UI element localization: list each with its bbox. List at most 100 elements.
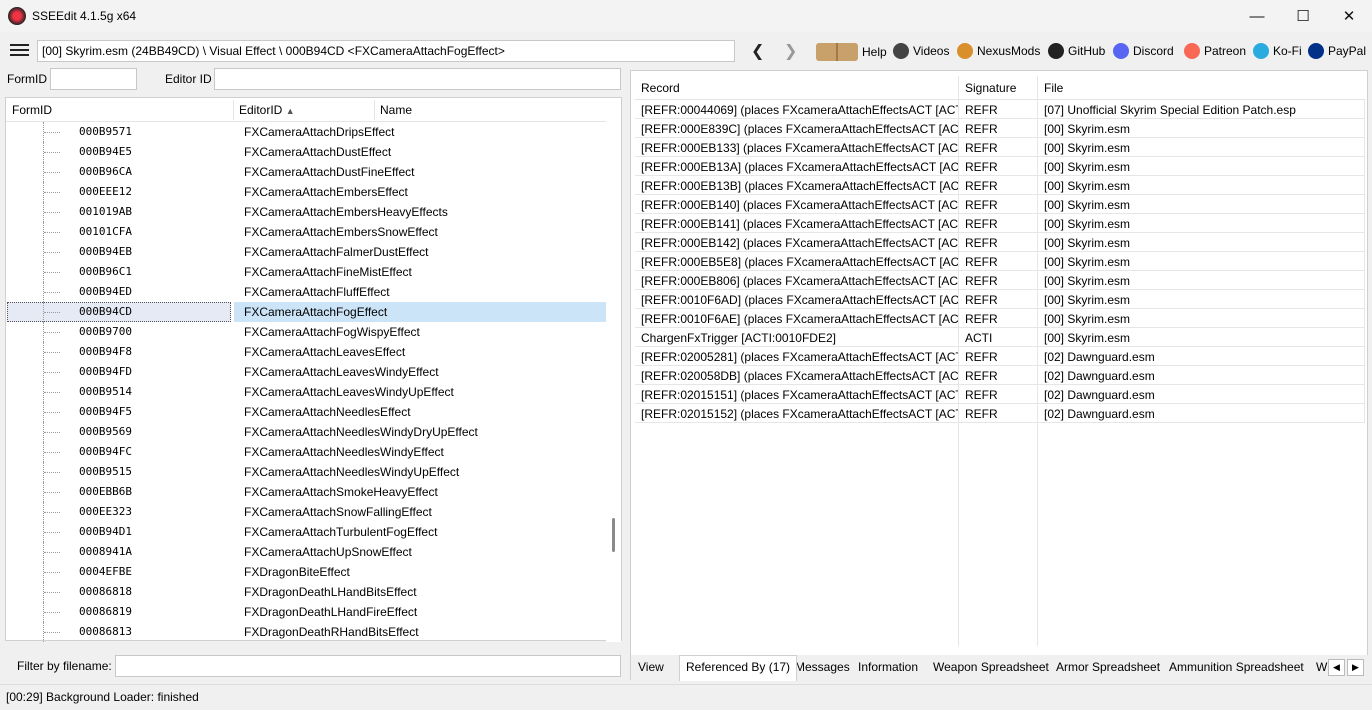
reference-row[interactable]: [REFR:02015151] (places FXcameraAttachEf… bbox=[635, 385, 1365, 404]
tree-row[interactable]: 000B94FC FXCameraAttachNeedlesWindyEffect bbox=[6, 442, 606, 462]
tree-cell-editorid: FXCameraAttachNeedlesWindyDryUpEffect bbox=[244, 425, 478, 439]
column-header-name[interactable]: Name bbox=[380, 103, 412, 117]
reference-cell-record: [REFR:000EB806] (places FXcameraAttachEf… bbox=[635, 271, 959, 290]
tree-cell-editorid: FXCameraAttachEmbersSnowEffect bbox=[244, 225, 438, 239]
reference-row[interactable]: [REFR:000EB141] (places FXcameraAttachEf… bbox=[635, 214, 1365, 233]
tree-row[interactable]: 0008941A FXCameraAttachUpSnowEffect bbox=[6, 542, 606, 562]
reference-row[interactable]: [REFR:0010F6AE] (places FXcameraAttachEf… bbox=[635, 309, 1365, 328]
tree-row[interactable]: 000B94F5 FXCameraAttachNeedlesEffect bbox=[6, 402, 606, 422]
tree-row[interactable]: 000EE323 FXCameraAttachSnowFallingEffect bbox=[6, 502, 606, 522]
reference-row[interactable]: [REFR:02015152] (places FXcameraAttachEf… bbox=[635, 404, 1365, 423]
filename-filter-input[interactable] bbox=[115, 655, 621, 677]
tab-view[interactable]: View bbox=[638, 660, 664, 674]
tab-scroll-right-button[interactable]: ▶ bbox=[1347, 659, 1364, 676]
close-button[interactable]: ✕ bbox=[1326, 0, 1372, 32]
sort-ascending-icon: ▲ bbox=[285, 106, 295, 116]
reference-row[interactable]: [REFR:000EB142] (places FXcameraAttachEf… bbox=[635, 233, 1365, 252]
tree-scrollbar-thumb[interactable] bbox=[612, 518, 615, 552]
tree-row[interactable]: 000EBB6B FXCameraAttachSmokeHeavyEffect bbox=[6, 482, 606, 502]
reference-row[interactable]: ChargenFxTrigger [ACTI:0010FDE2] ACTI [00]… bbox=[635, 328, 1365, 347]
patreon-icon bbox=[1184, 43, 1200, 59]
tree-row[interactable]: 00086819 FXDragonDeathLHandFireEffect bbox=[6, 602, 606, 622]
tree-row[interactable]: 000B9571 FXCameraAttachDripsEffect bbox=[6, 122, 606, 142]
tab-armor-spreadsheet[interactable]: Armor Spreadsheet bbox=[1056, 660, 1160, 674]
tree-cell-editorid: FXCameraAttachSnowFallingEffect bbox=[244, 505, 432, 519]
tree-cell-formid: 000EE323 bbox=[79, 505, 132, 518]
tree-cell-formid: 00086819 bbox=[79, 605, 132, 618]
column-header-editorid[interactable]: EditorID ▲ bbox=[239, 103, 295, 117]
tree-row[interactable]: 000B94EB FXCameraAttachFalmerDustEffect bbox=[6, 242, 606, 262]
reference-row[interactable]: [REFR:000EB13A] (places FXcameraAttachEf… bbox=[635, 157, 1365, 176]
tree-row[interactable]: 001019AB FXCameraAttachEmbersHeavyEffects bbox=[6, 202, 606, 222]
toolbar-link-ko-fi[interactable]: Ko-Fi bbox=[1253, 43, 1302, 59]
tree-row[interactable]: 00086813 FXDragonDeathRHandBitsEffect bbox=[6, 622, 606, 642]
tab-w[interactable]: W bbox=[1316, 660, 1327, 674]
toolbar-link-discord[interactable]: Discord bbox=[1113, 43, 1174, 59]
column-header-formid[interactable]: FormID bbox=[12, 103, 52, 117]
toolbar-link-github[interactable]: GitHub bbox=[1048, 43, 1105, 59]
tree-row[interactable]: 000B96C1 FXCameraAttachFineMistEffect bbox=[6, 262, 606, 282]
reference-row[interactable]: [REFR:00044069] (places FXcameraAttachEf… bbox=[635, 100, 1365, 119]
tree-row[interactable]: 000B94E5 FXCameraAttachDustEffect bbox=[6, 142, 606, 162]
tree-cell-formid: 000B94ED bbox=[79, 285, 132, 298]
tree-cell-editorid: FXCameraAttachDripsEffect bbox=[244, 125, 395, 139]
reference-row[interactable]: [REFR:000EB140] (places FXcameraAttachEf… bbox=[635, 195, 1365, 214]
tree-row[interactable]: 0004EFBE FXDragonBiteEffect bbox=[6, 562, 606, 582]
tab-ammunition-spreadsheet[interactable]: Ammunition Spreadsheet bbox=[1169, 660, 1304, 674]
tree-row[interactable]: 000B9514 FXCameraAttachLeavesWindyUpEffec… bbox=[6, 382, 606, 402]
tree-cell-editorid: FXCameraAttachEmbersHeavyEffects bbox=[244, 205, 448, 219]
editorid-filter-input[interactable] bbox=[214, 68, 621, 90]
tree-cell-editorid: FXCameraAttachNeedlesEffect bbox=[244, 405, 411, 419]
tab-messages[interactable]: Messages bbox=[795, 660, 850, 674]
tree-cell-formid: 001019AB bbox=[79, 205, 132, 218]
reference-cell-signature: REFR bbox=[959, 404, 1038, 423]
reference-row[interactable]: [REFR:0010F6AD] (places FXcameraAttachEf… bbox=[635, 290, 1365, 309]
toolbar-link-videos[interactable]: Videos bbox=[893, 43, 949, 59]
tree-row[interactable]: 000B9569 FXCameraAttachNeedlesWindyDryUpE… bbox=[6, 422, 606, 442]
tree-row[interactable]: 00101CFA FXCameraAttachEmbersSnowEffect bbox=[6, 222, 606, 242]
tree-row[interactable]: 000B96CA FXCameraAttachDustFineEffect bbox=[6, 162, 606, 182]
reference-row[interactable]: [REFR:000EB806] (places FXcameraAttachEf… bbox=[635, 271, 1365, 290]
reference-row[interactable]: [REFR:02005281] (places FXcameraAttachEf… bbox=[635, 347, 1365, 366]
reference-row[interactable]: [REFR:020058DB] (places FXcameraAttachEf… bbox=[635, 366, 1365, 385]
record-path-field[interactable]: [00] Skyrim.esm (24BB49CD) \ Visual Effe… bbox=[37, 40, 735, 62]
reference-row[interactable]: [REFR:000EB13B] (places FXcameraAttachEf… bbox=[635, 176, 1365, 195]
toolbar-link-paypal[interactable]: PayPal bbox=[1308, 43, 1366, 59]
reference-cell-file: [00] Skyrim.esm bbox=[1038, 271, 1365, 290]
toolbar-link-patreon[interactable]: Patreon bbox=[1184, 43, 1246, 59]
tree-row-selected[interactable]: 000B94CD FXCameraAttachFogEffect bbox=[6, 302, 606, 322]
tree-row[interactable]: 00086818 FXDragonDeathLHandBitsEffect bbox=[6, 582, 606, 602]
tree-cell-formid: 000B96C1 bbox=[79, 265, 132, 278]
reference-cell-signature: REFR bbox=[959, 195, 1038, 214]
tree-row[interactable]: 000B9515 FXCameraAttachNeedlesWindyUpEffe… bbox=[6, 462, 606, 482]
reference-cell-record: [REFR:000EB140] (places FXcameraAttachEf… bbox=[635, 195, 959, 214]
tree-row[interactable]: 000B94ED FXCameraAttachFluffEffect bbox=[6, 282, 606, 302]
status-bar: [00:29] Background Loader: finished bbox=[0, 684, 1372, 710]
reference-row[interactable]: [REFR:000EB5E8] (places FXcameraAttachEf… bbox=[635, 252, 1365, 271]
back-arrow-icon[interactable]: ❮ bbox=[751, 41, 764, 61]
column-header-file[interactable]: File bbox=[1038, 76, 1365, 100]
reference-row[interactable]: [REFR:000EB133] (places FXcameraAttachEf… bbox=[635, 138, 1365, 157]
minimize-button[interactable]: — bbox=[1234, 0, 1280, 32]
tree-row[interactable]: 000B94D1 FXCameraAttachTurbulentFogEffect bbox=[6, 522, 606, 542]
tab-information[interactable]: Information bbox=[858, 660, 918, 674]
tab-scroll-left-button[interactable]: ◀ bbox=[1328, 659, 1345, 676]
column-header-signature[interactable]: Signature bbox=[959, 76, 1038, 100]
formid-filter-input[interactable] bbox=[50, 68, 137, 90]
forward-arrow-icon[interactable]: ❯ bbox=[784, 41, 797, 61]
tree-row[interactable]: 000B9700 FXCameraAttachFogWispyEffect bbox=[6, 322, 606, 342]
tab-referenced-by-17[interactable]: Referenced By (17) bbox=[679, 655, 798, 681]
menu-hamburger-icon[interactable] bbox=[10, 44, 30, 58]
column-header-record[interactable]: Record bbox=[635, 76, 959, 100]
toolbar-link-nexusmods[interactable]: NexusMods bbox=[957, 43, 1040, 59]
tree-row[interactable]: 000EEE12 FXCameraAttachEmbersEffect bbox=[6, 182, 606, 202]
maximize-button[interactable]: ☐ bbox=[1280, 0, 1326, 32]
discord-icon bbox=[1113, 43, 1129, 59]
tree-row[interactable]: 000B94FD FXCameraAttachLeavesWindyEffect bbox=[6, 362, 606, 382]
reference-row[interactable]: [REFR:000E839C] (places FXcameraAttachEf… bbox=[635, 119, 1365, 138]
tree-row[interactable]: 000B94F8 FXCameraAttachLeavesEffect bbox=[6, 342, 606, 362]
toolbar-link-help[interactable]: Help bbox=[816, 43, 887, 61]
tree-scrollbar[interactable] bbox=[606, 98, 621, 642]
reference-cell-record: ChargenFxTrigger [ACTI:0010FDE2] bbox=[635, 328, 959, 347]
tab-weapon-spreadsheet[interactable]: Weapon Spreadsheet bbox=[933, 660, 1049, 674]
